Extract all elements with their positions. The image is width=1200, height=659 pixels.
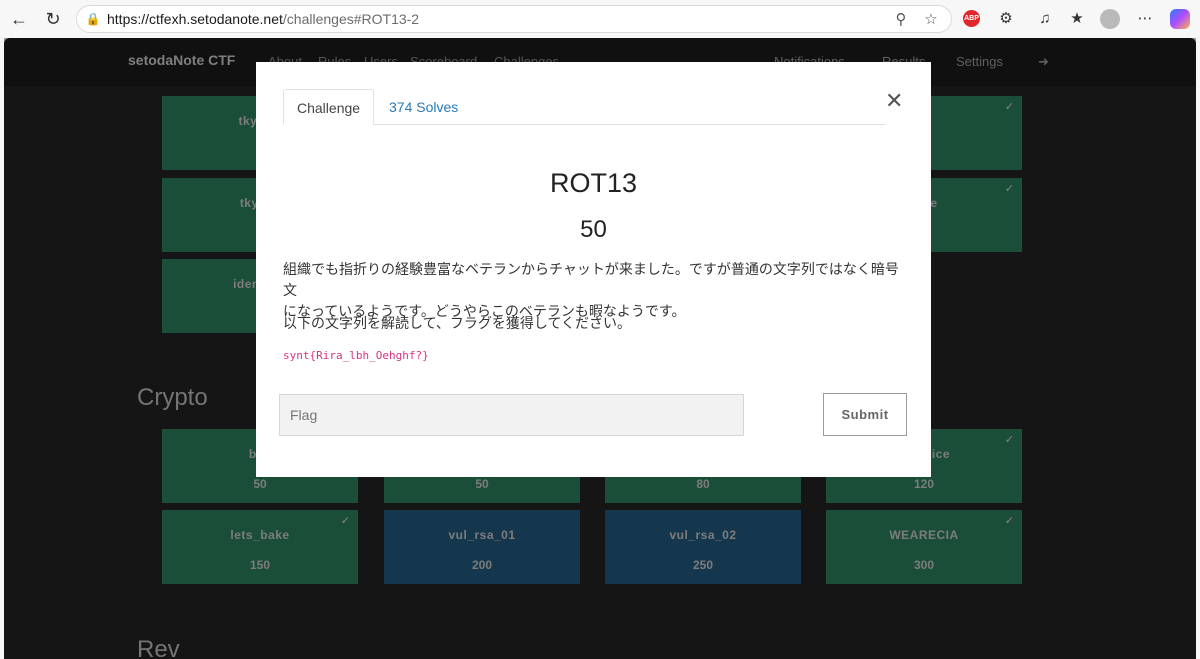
profile-avatar-icon[interactable] <box>1100 9 1120 29</box>
adblock-extension-icon[interactable]: ABP <box>963 10 980 27</box>
refresh-icon[interactable]: ↻ <box>42 8 64 30</box>
favorites-list-icon[interactable]: ★ <box>1066 8 1088 30</box>
back-arrow-icon[interactable]: ← <box>8 8 30 30</box>
submit-button[interactable]: Submit <box>823 393 907 436</box>
media-music-icon[interactable]: ♫ <box>1034 8 1056 30</box>
modal-tabs: Challenge 374 Solves <box>283 89 885 125</box>
lock-icon[interactable]: 🔒 <box>85 11 101 27</box>
description-line: 組織でも指折りの経験豊富なベテランからチャットが来ました。ですが普通の文字列では… <box>283 261 899 298</box>
favorite-star-icon[interactable]: ☆ <box>921 10 941 30</box>
cipher-text: synt{Rira_lbh_Oehghf?} <box>283 349 429 362</box>
url-path: /challenges#ROT13-2 <box>282 11 420 27</box>
challenge-instruction: 以下の文字列を解読して、フラグを獲得してください。 <box>283 315 632 331</box>
url-text[interactable]: https://ctfexh.setodanote.net/challenges… <box>107 11 419 27</box>
flag-input[interactable] <box>279 394 744 436</box>
challenge-modal: Challenge 374 Solves ✕ ROT13 50 組織でも指折りの… <box>256 62 931 477</box>
address-bar[interactable]: 🔒 https://ctfexh.setodanote.net/challeng… <box>76 5 952 33</box>
browser-toolbar: ← ↻ 🔒 https://ctfexh.setodanote.net/chal… <box>0 0 1200 38</box>
challenge-value: 50 <box>580 216 607 243</box>
zoom-icon[interactable]: ⚲ <box>891 10 911 30</box>
tab-challenge[interactable]: Challenge <box>283 89 375 125</box>
more-menu-icon[interactable]: ⋯ <box>1134 8 1156 30</box>
close-icon[interactable]: ✕ <box>885 88 903 114</box>
copilot-icon[interactable] <box>1170 9 1190 29</box>
url-host: https://ctfexh.setodanote.net <box>107 11 283 27</box>
extensions-puzzle-icon[interactable]: ⚙ <box>995 8 1017 30</box>
challenge-title: ROT13 <box>549 168 638 198</box>
tab-solves[interactable]: 374 Solves <box>376 89 471 125</box>
